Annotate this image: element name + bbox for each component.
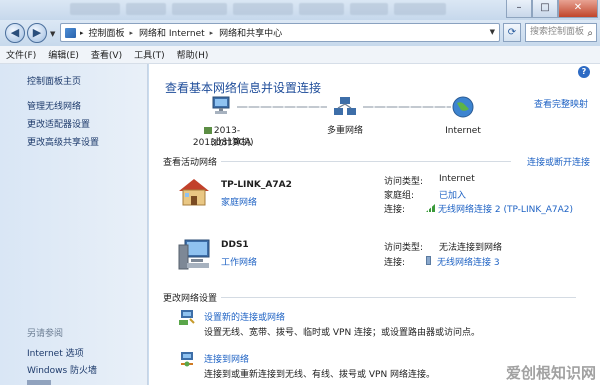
address-dropdown-icon[interactable]: ▼ — [490, 28, 495, 36]
help-icon[interactable]: ? — [578, 66, 590, 78]
main-content: ? 查看基本网络信息并设置连接 2013-20130819CA (此计算机) 多… — [149, 64, 600, 385]
connect-network-icon — [181, 352, 193, 367]
chevron-right-icon: ▸ — [209, 28, 214, 37]
wireless-adapter-icon — [426, 256, 431, 265]
blurred-tabs — [70, 3, 450, 17]
menu-help[interactable]: 帮助(H) — [177, 48, 209, 61]
sidebar-item-windows-firewall[interactable]: Windows 防火墙 — [27, 363, 97, 376]
sidebar-item-adapter-settings[interactable]: 更改适配器设置 — [27, 117, 90, 130]
network-map: 2013-20130819CA (此计算机) 多重网络 Internet — [149, 94, 600, 154]
back-button[interactable]: ◀ — [5, 23, 25, 43]
network-name-dds1: DDS1 — [221, 240, 249, 250]
chevron-right-icon: ▸ — [129, 28, 134, 37]
wireless-connection-2-link[interactable]: 无线网络连接 2 (TP-LINK_A7A2) — [426, 202, 573, 215]
access-type-value-2: 无法连接到网络 — [439, 243, 503, 253]
sidebar-item-manage-wireless[interactable]: 管理无线网络 — [27, 99, 81, 112]
active-networks-header: 查看活动网络 — [163, 158, 218, 168]
watermark: 爱创根知识网 — [505, 364, 596, 382]
network-name-tplink: TP-LINK_A7A2 — [221, 180, 292, 190]
menu-view[interactable]: 查看(V) — [91, 48, 122, 61]
menu-bar: 文件(F) 编辑(E) 查看(V) 工具(T) 帮助(H) — [0, 46, 600, 64]
wireless-connection-3-link[interactable]: 无线网络连接 3 — [426, 255, 500, 268]
control-panel-icon — [65, 27, 76, 38]
change-settings-header: 更改网络设置 — [163, 294, 218, 304]
work-network-icon — [178, 239, 210, 270]
forward-button[interactable]: ▶ — [27, 23, 47, 43]
homegroup-joined-link[interactable]: 已加入 — [439, 188, 466, 201]
breadcrumb-chevron-icon[interactable]: ▸ — [80, 29, 84, 37]
minimize-button[interactable]: – — [506, 0, 532, 18]
history-dropdown-icon[interactable]: ▼ — [50, 30, 55, 38]
home-network-icon — [179, 179, 209, 206]
address-bar[interactable]: ▸ 控制面板 ▸ 网络和 Internet ▸ 网络和共享中心 ▼ — [60, 23, 500, 42]
address-row: ◀ ▶ ▼ ▸ 控制面板 ▸ 网络和 Internet ▸ 网络和共享中心 ▼ ⟳ … — [0, 20, 600, 46]
breadcrumb-network-internet[interactable]: 网络和 Internet ▸ — [139, 26, 214, 40]
homegroup-label: 家庭组: — [384, 191, 415, 201]
new-connection-icon — [179, 310, 195, 325]
view-full-map-link[interactable]: 查看完整映射 — [534, 97, 588, 110]
maximize-button[interactable]: □ — [532, 0, 558, 18]
setup-new-connection-link[interactable]: 设置新的连接或网络 — [204, 310, 285, 323]
multiple-networks-label: 多重网络 — [326, 126, 363, 136]
computer-icon — [212, 96, 230, 114]
sidebar-item-advanced-sharing[interactable]: 更改高级共享设置 — [27, 135, 99, 148]
network-type-home[interactable]: 家庭网络 — [221, 195, 257, 208]
computer-small-icon — [203, 127, 212, 134]
network-type-work[interactable]: 工作网络 — [221, 255, 257, 268]
sidebar: 控制面板主页 管理无线网络 更改适配器设置 更改高级共享设置 另请参阅 Inte… — [0, 64, 148, 385]
menu-tools[interactable]: 工具(T) — [134, 48, 165, 61]
multiple-networks-icon — [334, 97, 356, 115]
sidebar-item-cutoff — [27, 380, 51, 385]
search-icon: ⌕ — [587, 28, 593, 39]
menu-edit[interactable]: 编辑(E) — [48, 48, 79, 61]
breadcrumb-sharing-center[interactable]: 网络和共享中心 — [219, 26, 282, 39]
access-type-label: 访问类型: — [384, 177, 424, 187]
connection-label: 连接: — [384, 205, 406, 215]
close-button[interactable]: ✕ — [558, 0, 598, 18]
sidebar-item-control-panel-home[interactable]: 控制面板主页 — [27, 74, 81, 87]
see-also-heading: 另请参阅 — [27, 329, 64, 339]
setup-new-connection-desc: 设置无线、宽带、拨号、临时或 VPN 连接；或设置路由器或访问点。 — [204, 328, 481, 338]
connect-disconnect-link[interactable]: 连接或断开连接 — [527, 155, 590, 168]
connect-to-network-link[interactable]: 连接到网络 — [204, 352, 249, 365]
search-input[interactable]: 搜索控制面板 ⌕ — [525, 23, 597, 42]
internet-label: Internet — [445, 126, 481, 136]
sidebar-item-internet-options[interactable]: Internet 选项 — [27, 346, 84, 359]
access-type-label-2: 访问类型: — [384, 243, 424, 253]
connection-label-2: 连接: — [384, 258, 406, 268]
menu-file[interactable]: 文件(F) — [6, 48, 36, 61]
computer-subtitle: (此计算机) — [210, 138, 254, 148]
signal-bars-icon — [426, 204, 435, 212]
title-bar: – □ ✕ — [0, 0, 600, 20]
access-type-value: Internet — [439, 174, 475, 184]
internet-globe-icon — [452, 96, 474, 118]
breadcrumb-control-panel[interactable]: 控制面板 ▸ — [89, 26, 134, 40]
refresh-icon[interactable]: ⟳ — [503, 23, 521, 42]
connect-to-network-desc: 连接到或重新连接到无线、有线、拨号或 VPN 网络连接。 — [204, 370, 436, 380]
